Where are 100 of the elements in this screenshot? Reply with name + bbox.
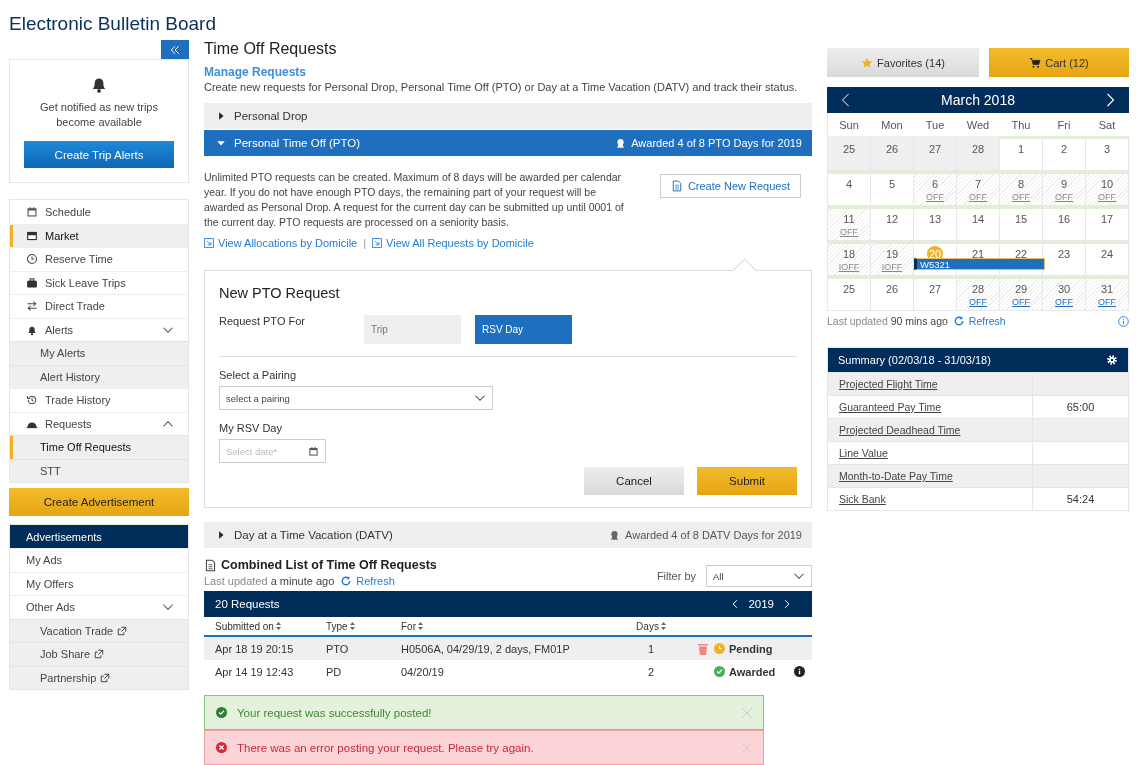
calendar-day[interactable]: 24 xyxy=(1086,241,1129,276)
calendar-day[interactable]: 28 xyxy=(957,136,1000,171)
summary-label-link[interactable]: Sick Bank xyxy=(828,488,1033,510)
day-status[interactable]: OFF xyxy=(1012,297,1030,308)
summary-value: 54:24 xyxy=(1066,493,1095,505)
calendar-day[interactable]: 10 OFF xyxy=(1086,171,1129,206)
nav-item[interactable]: Market xyxy=(10,223,188,247)
filter-select[interactable]: All xyxy=(706,565,812,587)
accordion-header[interactable]: Personal Drop xyxy=(204,103,812,129)
calendar-day[interactable]: 27 xyxy=(914,136,957,171)
pairing-select[interactable]: select a pairing xyxy=(219,386,493,410)
nav-item[interactable]: Reserve Time xyxy=(10,247,188,271)
submit-button[interactable]: Submit xyxy=(697,467,797,495)
calendar-day[interactable]: 23 xyxy=(1043,241,1086,276)
last-updated-label: Last updated xyxy=(827,315,888,327)
view-allocations-link[interactable]: View Allocations by Domicile xyxy=(204,237,358,249)
refresh-icon xyxy=(340,575,353,587)
calendar-day[interactable]: 25 xyxy=(828,136,871,171)
column-header[interactable]: Days xyxy=(631,620,671,632)
list-title: Combined List of Time Off Requests xyxy=(221,558,437,572)
calendar-day[interactable]: 31 OFF xyxy=(1086,276,1129,311)
accordion-header[interactable]: Personal Time Off (PTO) Awarded 4 of 8 PTO Days for 2019 xyxy=(204,130,812,156)
refresh-link[interactable]: Refresh xyxy=(340,575,395,587)
nav-item[interactable]: My Alerts xyxy=(10,341,188,365)
sort-icon xyxy=(418,622,423,630)
option-toggle[interactable]: Trip xyxy=(364,315,461,344)
day-status: OFF xyxy=(1055,192,1073,203)
trash-icon[interactable] xyxy=(698,642,708,655)
create-trip-alerts-button[interactable]: Create Trip Alerts xyxy=(24,141,174,168)
column-header[interactable]: Type xyxy=(326,620,401,632)
calendar-day[interactable]: 27 xyxy=(914,276,957,311)
calendar-day[interactable]: 5 xyxy=(871,171,914,206)
nav-item[interactable]: Job Share xyxy=(10,642,188,666)
nav-item[interactable]: Schedule xyxy=(10,200,188,224)
filter-label: Filter by xyxy=(656,570,696,582)
close-icon[interactable] xyxy=(742,742,752,753)
nav-item[interactable]: Alert History xyxy=(10,364,188,388)
calendar-day[interactable]: 30 OFF xyxy=(1043,276,1086,311)
calendar-day[interactable]: 25 xyxy=(828,276,871,311)
refresh-link[interactable]: Refresh xyxy=(952,315,1006,327)
create-new-request-button[interactable]: Create New Request xyxy=(659,174,801,198)
form-title: New PTO Request xyxy=(219,285,341,301)
nav-item[interactable]: Partnership xyxy=(10,665,188,689)
day-status: IOFF xyxy=(838,262,860,273)
calendar-day[interactable]: 8 OFF xyxy=(1000,171,1043,206)
column-header[interactable]: Submitted on xyxy=(215,620,326,632)
calendar-day[interactable]: 14 xyxy=(957,206,1000,241)
nav-item[interactable]: My Offers xyxy=(10,571,188,595)
cart-button[interactable]: Cart (12) xyxy=(989,48,1129,77)
info-icon[interactable] xyxy=(794,666,805,677)
collapse-sidebar-button[interactable] xyxy=(161,40,189,59)
calendar-day[interactable]: 2 xyxy=(1043,136,1086,171)
calendar-day[interactable]: 19 IOFF xyxy=(871,241,914,276)
calendar-day[interactable]: 3 xyxy=(1086,136,1129,171)
view-all-requests-link[interactable]: View All Requests by Domicile xyxy=(372,237,534,249)
option-toggle[interactable]: RSV Day xyxy=(475,315,572,344)
nav-item[interactable]: STT xyxy=(10,458,188,482)
accordion-header[interactable]: Day at a Time Vacation (DATV) Awarded 4 of 8 DATV Days for 2019 xyxy=(204,522,812,548)
nav-item[interactable]: Trade History xyxy=(10,388,188,412)
create-advertisement-button[interactable]: Create Advertisement xyxy=(9,488,189,516)
toast-message: Your request was successfully posted! xyxy=(237,706,433,719)
calendar-day[interactable]: 4 xyxy=(828,171,871,206)
day-number: 31 xyxy=(1100,282,1114,297)
trip-bar[interactable]: W5321 xyxy=(914,258,1045,270)
field-label: Request PTO For xyxy=(219,315,306,327)
calendar-day[interactable]: 26 xyxy=(871,136,914,171)
cancel-button[interactable]: Cancel xyxy=(584,467,684,495)
column-header[interactable]: For xyxy=(401,620,631,632)
day-status[interactable]: OFF xyxy=(1098,297,1116,308)
calendar-day[interactable]: 17 xyxy=(1086,206,1129,241)
day-number: 28 xyxy=(971,142,985,157)
calendar-day[interactable]: 16 xyxy=(1043,206,1086,241)
calendar-day[interactable]: 26 xyxy=(871,276,914,311)
calendar-day[interactable]: 28 OFF xyxy=(957,276,1000,311)
calendar-day[interactable]: 11 OFF xyxy=(828,206,871,241)
calendar-day[interactable]: 7 OFF xyxy=(957,171,1000,206)
calendar-day[interactable]: 9 OFF xyxy=(1043,171,1086,206)
nav-item[interactable]: Time Off Requests xyxy=(10,435,188,459)
link-arrow-icon xyxy=(372,238,383,248)
field-label: Select a Pairing xyxy=(219,369,298,381)
day-status[interactable]: OFF xyxy=(1055,297,1073,308)
nav-item[interactable]: Vacation Trade xyxy=(10,618,188,642)
sort-icon xyxy=(660,622,666,630)
day-number: 9 xyxy=(1060,177,1068,192)
calendar-day[interactable]: 18 IOFF xyxy=(828,241,871,276)
favorites-button[interactable]: Favorites (14) xyxy=(827,48,979,77)
calendar-day[interactable]: 6 OFF xyxy=(914,171,957,206)
calendar-day[interactable]: 29 OFF xyxy=(1000,276,1043,311)
calendar-day[interactable]: 15 xyxy=(1000,206,1043,241)
nav-item[interactable]: My Ads xyxy=(10,548,188,572)
day-status[interactable]: OFF xyxy=(969,297,987,308)
nav-item[interactable]: Sick Leave Trips xyxy=(10,270,188,294)
close-icon[interactable] xyxy=(742,707,752,718)
calendar-day[interactable]: 13 xyxy=(914,206,957,241)
calendar-day[interactable]: 1 xyxy=(1000,136,1043,171)
nav-item[interactable]: Other Ads xyxy=(10,595,188,619)
day-number: 3 xyxy=(1103,142,1111,157)
calendar-day[interactable]: 12 xyxy=(871,206,914,241)
nav-item[interactable]: Direct Trade xyxy=(10,294,188,318)
weekday-label: Mon xyxy=(880,117,904,133)
